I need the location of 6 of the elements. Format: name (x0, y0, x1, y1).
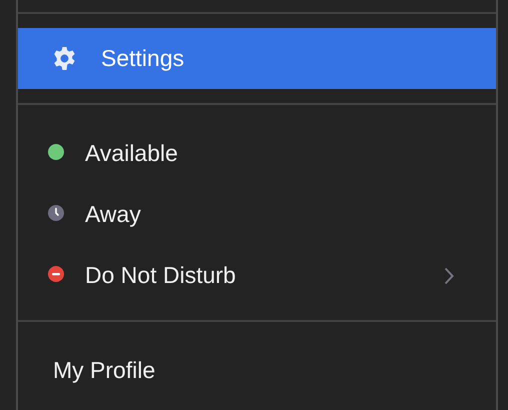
menu-item[interactable]: My Profile (18, 340, 496, 401)
menu-item[interactable]: Away (18, 184, 496, 245)
settings-icon (52, 46, 77, 71)
menu-item[interactable]: Available (18, 123, 496, 184)
menu-item[interactable]: Do Not Disturb (18, 245, 496, 306)
menu-item[interactable]: Settings (18, 28, 496, 89)
